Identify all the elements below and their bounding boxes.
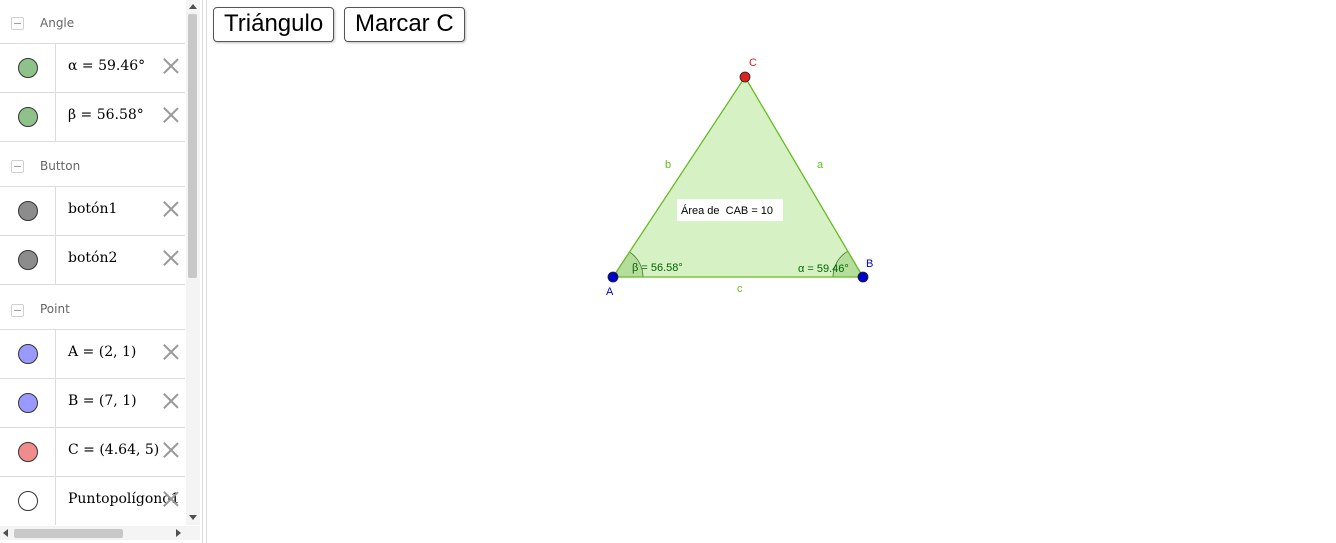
delete-boton2-icon[interactable]: [162, 248, 180, 266]
geometry-canvas[interactable]: a b c β = 56.58° α = 59.46° Área de CAB …: [207, 0, 1336, 543]
delete-point-a-icon[interactable]: [162, 342, 180, 360]
marble-cell: [0, 477, 56, 525]
point-c[interactable]: [739, 71, 751, 83]
marble-cell: [0, 236, 56, 284]
algebra-item-text[interactable]: β = 56.58°: [68, 107, 144, 123]
group-label-point: Point: [40, 302, 70, 316]
marble-cell: [0, 379, 56, 427]
vertical-scroll-thumb[interactable]: [188, 14, 197, 278]
delete-boton1-icon[interactable]: [162, 199, 180, 217]
point-b[interactable]: [857, 271, 869, 283]
algebra-item-text[interactable]: C = (4.64, 5): [68, 442, 159, 458]
algebra-item-point-c[interactable]: C = (4.64, 5): [0, 428, 185, 477]
group-label-angle: Angle: [40, 16, 75, 30]
marble-cell: [0, 93, 56, 141]
visibility-marble-c[interactable]: [18, 442, 38, 462]
algebra-item-text[interactable]: B = (7, 1): [68, 393, 137, 409]
group-header-angle: Angle: [0, 0, 185, 44]
algebra-item-puntopoligono1[interactable]: Puntopolígono1 = (: [0, 477, 185, 525]
scroll-right-icon[interactable]: [176, 529, 181, 537]
algebra-item-point-b[interactable]: B = (7, 1): [0, 379, 185, 428]
algebra-list: Angle α = 59.46° β = 56.58° Button botón…: [0, 0, 185, 525]
segment-label-a: a: [817, 159, 824, 171]
algebra-item-text[interactable]: botón1: [68, 201, 117, 217]
algebra-item-beta[interactable]: β = 56.58°: [0, 93, 185, 142]
collapse-point-toggle[interactable]: [11, 304, 24, 317]
algebra-horizontal-scrollbar[interactable]: [0, 526, 200, 540]
algebra-item-text[interactable]: α = 59.46°: [68, 58, 145, 74]
segment-label-c: c: [737, 283, 743, 295]
collapse-angle-toggle[interactable]: [11, 17, 24, 30]
horizontal-scroll-thumb[interactable]: [14, 529, 123, 538]
algebra-item-text[interactable]: A = (2, 1): [68, 344, 136, 360]
group-header-button: Button: [0, 142, 185, 187]
delete-point-c-icon[interactable]: [162, 440, 180, 458]
algebra-item-alpha[interactable]: α = 59.46°: [0, 44, 185, 93]
point-label-a: A: [606, 286, 614, 298]
algebra-item-boton1[interactable]: botón1: [0, 187, 185, 236]
visibility-marble-beta[interactable]: [18, 107, 38, 127]
marble-cell: [0, 428, 56, 476]
collapse-button-toggle[interactable]: [11, 160, 24, 173]
group-header-point: Point: [0, 285, 185, 330]
visibility-marble-boton2[interactable]: [18, 250, 38, 270]
visibility-marble-puntopoligono1[interactable]: [18, 491, 38, 511]
delete-beta-icon[interactable]: [162, 105, 180, 123]
point-label-c: C: [749, 57, 757, 69]
delete-point-b-icon[interactable]: [162, 391, 180, 409]
marble-cell: [0, 187, 56, 235]
geogebra-app: Angle α = 59.46° β = 56.58° Button botón…: [0, 0, 1336, 543]
algebra-vertical-scrollbar[interactable]: [186, 0, 200, 525]
point-a[interactable]: [607, 271, 619, 283]
graphics-view[interactable]: Triángulo Marcar C a b c β = 56.58° α = …: [207, 0, 1336, 543]
scroll-up-icon[interactable]: [189, 4, 197, 9]
angle-beta-label: β = 56.58°: [632, 262, 683, 274]
algebra-item-boton2[interactable]: botón2: [0, 236, 185, 285]
area-label: Área de CAB = 10: [681, 204, 773, 217]
delete-alpha-icon[interactable]: [162, 56, 180, 74]
point-label-b: B: [866, 258, 873, 270]
segment-label-b: b: [665, 159, 671, 171]
algebra-item-point-a[interactable]: A = (2, 1): [0, 330, 185, 379]
algebra-item-text[interactable]: botón2: [68, 250, 117, 266]
visibility-marble-a[interactable]: [18, 344, 38, 364]
visibility-marble-alpha[interactable]: [18, 58, 38, 78]
angle-alpha-label: α = 59.46°: [798, 263, 849, 275]
delete-puntopoligono1-icon[interactable]: [162, 489, 180, 507]
group-label-button: Button: [40, 159, 81, 173]
triangle-polygon[interactable]: [613, 77, 863, 277]
marble-cell: [0, 330, 56, 378]
scroll-left-icon[interactable]: [3, 529, 8, 537]
scroll-down-icon[interactable]: [189, 515, 197, 520]
algebra-panel: Angle α = 59.46° β = 56.58° Button botón…: [0, 0, 200, 543]
marble-cell: [0, 44, 56, 92]
visibility-marble-boton1[interactable]: [18, 201, 38, 221]
visibility-marble-b[interactable]: [18, 393, 38, 413]
